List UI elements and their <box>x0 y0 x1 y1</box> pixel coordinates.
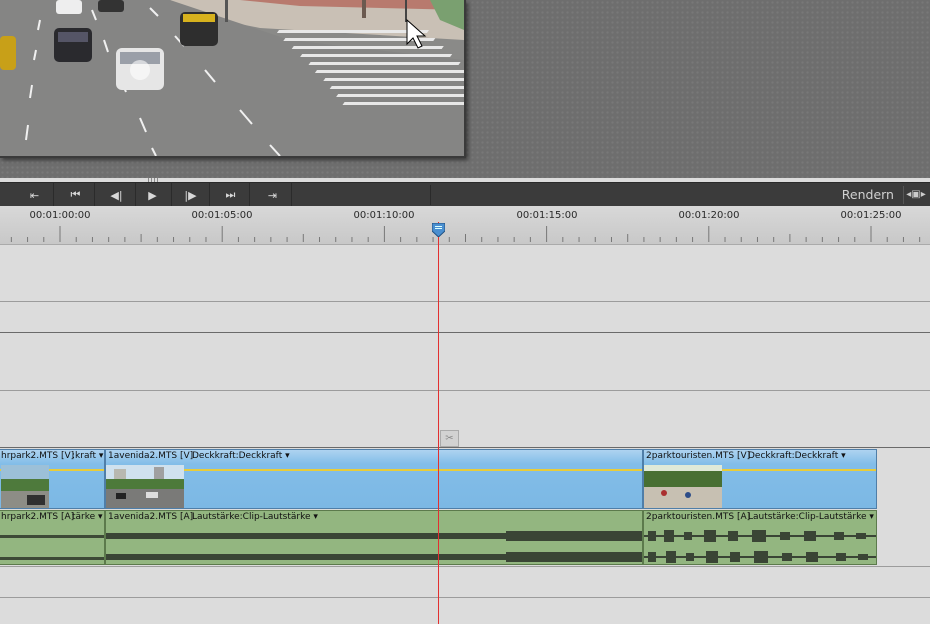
clip-effect-dropdown[interactable]: Lautstärke:Clip-Lautstärke ▾ <box>192 512 318 522</box>
step-forward-button[interactable]: |▶ <box>172 183 210 207</box>
audio-waveform <box>106 531 642 562</box>
go-to-in-point-icon: ⇤ <box>29 188 40 202</box>
track-divider <box>0 447 930 448</box>
clip-thumbnail <box>106 465 184 508</box>
time-ruler[interactable]: 00:01:00:00 00:01:05:00 00:01:10:00 00:0… <box>0 206 930 245</box>
clip-effect-dropdown[interactable]: Deckkraft:Deckkraft ▾ <box>748 451 846 461</box>
opacity-keyframe-line[interactable] <box>106 469 642 471</box>
clip-label: hrpark2.MTS [A] <box>1 512 75 522</box>
track-divider <box>0 390 930 391</box>
clip-label: 2parktouristen.MTS [A] <box>646 512 751 522</box>
step-back-icon: ◀| <box>110 188 123 202</box>
ruler-timecode: 00:01:05:00 <box>191 210 253 221</box>
go-to-previous-edit-button[interactable]: ⏮ <box>57 183 95 207</box>
audio-clip[interactable]: hrpark2.MTS [A] tärke ▾ <box>0 510 105 565</box>
clip-effect-dropdown[interactable]: Lautstärke:Clip-Lautstärke ▾ <box>748 512 874 522</box>
ruler-timecode: 00:01:15:00 <box>516 210 578 221</box>
audio-waveform <box>644 530 876 563</box>
clip-label: hrpark2.MTS [V] <box>1 451 75 461</box>
audio-waveform <box>0 535 104 560</box>
playhead-marker-icon[interactable] <box>432 223 445 237</box>
clip-effect-dropdown[interactable]: :kraft ▾ <box>72 451 103 461</box>
previous-edit-icon: ⏮ <box>70 188 81 201</box>
go-to-in-point-button[interactable]: ⇤ <box>16 183 54 207</box>
clip-label: 1avenida2.MTS [A] <box>108 512 194 522</box>
video-clip[interactable]: 2parktouristen.MTS [V] Deckkraft:Deckkra… <box>643 449 877 509</box>
render-options-icon[interactable]: ◂▣▸ <box>903 186 928 204</box>
ruler-timecode: 00:01:10:00 <box>353 210 415 221</box>
render-button[interactable]: Rendern <box>842 183 894 207</box>
ruler-timecode: 00:01:25:00 <box>840 210 902 221</box>
step-forward-icon: |▶ <box>184 188 197 202</box>
clip-effect-dropdown[interactable]: Deckkraft:Deckkraft ▾ <box>192 451 290 461</box>
clip-effect-dropdown[interactable]: tärke ▾ <box>72 512 103 522</box>
audio-clip[interactable]: 1avenida2.MTS [A] Lautstärke:Clip-Lautst… <box>105 510 643 565</box>
clip-label: 1avenida2.MTS [V] <box>108 451 194 461</box>
video-clip[interactable]: hrpark2.MTS [V] :kraft ▾ <box>0 449 105 509</box>
next-edit-icon: ⏭ <box>225 188 236 201</box>
video-clip[interactable]: 1avenida2.MTS [V] Deckkraft:Deckkraft ▾ <box>105 449 643 509</box>
scissors-icon[interactable]: ✂ <box>440 430 459 447</box>
go-to-out-point-icon: ⇥ <box>267 188 278 202</box>
ruler-timecode: 00:01:00:00 <box>29 210 91 221</box>
audio-clip[interactable]: 2parktouristen.MTS [A] Lautstärke:Clip-L… <box>643 510 877 565</box>
track-divider <box>0 301 930 302</box>
video-preview-frame <box>0 0 466 158</box>
play-button[interactable]: ▶ <box>134 183 172 207</box>
go-to-out-point-button[interactable]: ⇥ <box>254 183 292 207</box>
track-divider <box>0 332 930 333</box>
play-icon: ▶ <box>148 188 157 202</box>
clip-thumbnail <box>644 465 722 508</box>
track-divider <box>0 566 930 567</box>
clip-thumbnail <box>1 465 49 508</box>
playhead-line <box>438 222 439 624</box>
step-back-button[interactable]: ◀| <box>98 183 136 207</box>
transport-bar: ⇤ ⏮ ◀| ▶ |▶ ⏭ ⇥ Rendern ◂▣▸ <box>0 182 930 208</box>
ruler-timecode: 00:01:20:00 <box>678 210 740 221</box>
go-to-next-edit-button[interactable]: ⏭ <box>212 183 250 207</box>
toolbar-divider <box>430 185 431 205</box>
clip-label: 2parktouristen.MTS [V] <box>646 451 751 461</box>
track-divider <box>0 597 930 598</box>
